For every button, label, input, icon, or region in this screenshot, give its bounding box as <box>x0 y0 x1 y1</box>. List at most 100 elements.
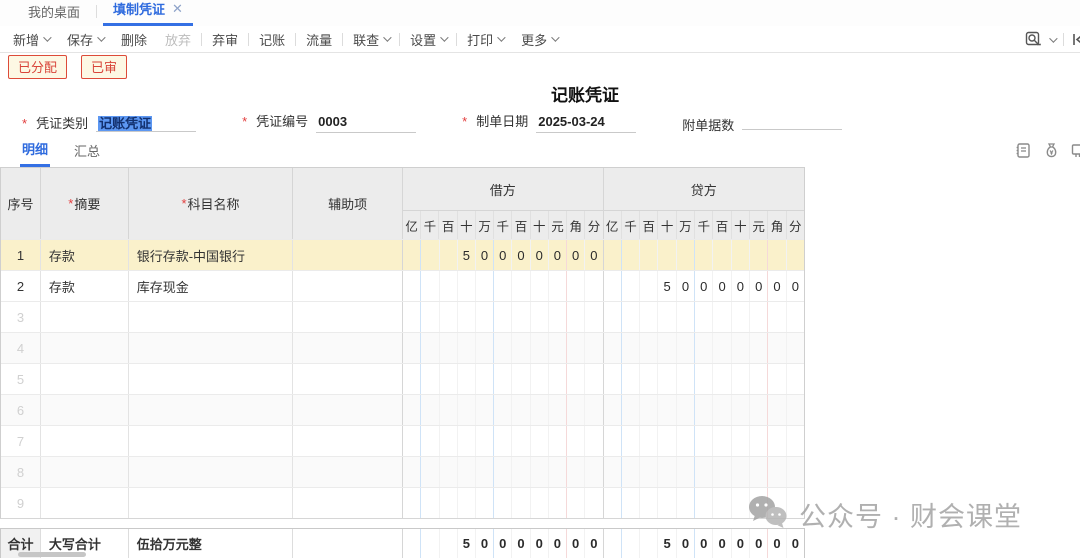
close-tab-icon[interactable]: ✕ <box>172 1 183 17</box>
debit-digit-亿[interactable] <box>403 457 421 487</box>
account-cell[interactable]: 库存现金 <box>129 271 294 301</box>
debit-digit-百[interactable] <box>512 271 530 301</box>
credit-digit-十[interactable] <box>658 364 676 394</box>
debit-digit-分[interactable] <box>585 271 602 301</box>
voucher-date-field-value[interactable]: 2025-03-24 <box>536 114 636 133</box>
debit-total-digit-十[interactable]: 5 <box>458 529 476 558</box>
credit-digit-百[interactable] <box>713 302 731 332</box>
summary-cell[interactable] <box>41 395 129 425</box>
debit-digit-亿[interactable] <box>403 271 421 301</box>
credit-digit-千[interactable]: 0 <box>695 271 713 301</box>
credit-digit-十[interactable] <box>658 426 676 456</box>
account-cell[interactable] <box>129 302 294 332</box>
debit-total-digit-百[interactable]: 0 <box>512 529 530 558</box>
credit-digit-元[interactable] <box>750 364 768 394</box>
summary-cell[interactable] <box>41 457 129 487</box>
debit-digit-千[interactable] <box>494 271 512 301</box>
debit-digit-十[interactable] <box>458 426 476 456</box>
debit-digit-百[interactable] <box>512 488 530 518</box>
credit-digit-亿[interactable] <box>604 240 622 270</box>
credit-digit-亿[interactable] <box>604 302 622 332</box>
debit-digit-十[interactable] <box>531 395 549 425</box>
credit-digit-千[interactable] <box>622 488 640 518</box>
debit-digit-百[interactable]: 0 <box>512 240 530 270</box>
credit-digit-百[interactable] <box>640 333 658 363</box>
debit-digit-元[interactable] <box>549 333 567 363</box>
account-cell[interactable]: 银行存款-中国银行 <box>129 240 294 270</box>
debit-digit-角[interactable] <box>567 488 585 518</box>
debit-digit-十[interactable] <box>531 426 549 456</box>
debit-digit-千[interactable] <box>421 364 439 394</box>
credit-digit-万[interactable]: 0 <box>677 271 695 301</box>
money-bag-icon[interactable] <box>1043 142 1060 162</box>
credit-digit-角[interactable] <box>768 426 786 456</box>
debit-digit-千[interactable] <box>421 333 439 363</box>
credit-digit-千[interactable] <box>695 364 713 394</box>
aux-cell[interactable] <box>293 333 403 363</box>
debit-digit-万[interactable]: 0 <box>476 240 494 270</box>
debit-digit-元[interactable] <box>549 302 567 332</box>
debit-digit-千[interactable] <box>494 457 512 487</box>
debit-total-digit-千[interactable]: 0 <box>494 529 512 558</box>
first-record-icon[interactable] <box>1072 32 1080 47</box>
credit-digit-百[interactable] <box>713 333 731 363</box>
debit-digit-元[interactable] <box>549 426 567 456</box>
debit-digit-万[interactable] <box>476 364 494 394</box>
tab-summary[interactable]: 汇总 <box>72 137 102 166</box>
debit-digit-分[interactable] <box>585 457 602 487</box>
debit-digit-千[interactable] <box>421 426 439 456</box>
debit-digit-千[interactable] <box>494 426 512 456</box>
debit-digit-千[interactable] <box>421 271 439 301</box>
credit-digit-千[interactable] <box>622 333 640 363</box>
credit-digit-万[interactable] <box>677 395 695 425</box>
credit-digit-十[interactable]: 0 <box>732 271 750 301</box>
aux-cell[interactable] <box>293 302 403 332</box>
debit-digit-百[interactable] <box>512 395 530 425</box>
credit-digit-角[interactable] <box>768 364 786 394</box>
debit-digit-十[interactable] <box>531 271 549 301</box>
credit-digit-百[interactable] <box>640 271 658 301</box>
debit-total-digit-千[interactable] <box>421 529 439 558</box>
summary-cell[interactable] <box>41 302 129 332</box>
debit-digit-亿[interactable] <box>403 488 421 518</box>
account-cell[interactable] <box>129 364 294 394</box>
debit-total-digit-元[interactable]: 0 <box>549 529 567 558</box>
aux-cell[interactable] <box>293 488 403 518</box>
debit-digit-十[interactable] <box>458 302 476 332</box>
credit-digit-十[interactable] <box>658 488 676 518</box>
debit-digit-百[interactable] <box>512 302 530 332</box>
credit-digit-百[interactable] <box>713 457 731 487</box>
debit-digit-百[interactable] <box>440 457 458 487</box>
debit-digit-十[interactable] <box>458 333 476 363</box>
debit-digit-千[interactable] <box>421 457 439 487</box>
credit-digit-千[interactable] <box>622 302 640 332</box>
credit-digit-千[interactable] <box>695 302 713 332</box>
credit-digit-百[interactable] <box>713 488 731 518</box>
credit-total-digit-分[interactable]: 0 <box>787 529 804 558</box>
debit-digit-千[interactable] <box>494 364 512 394</box>
chevron-down-icon[interactable] <box>1049 34 1057 42</box>
horizontal-scrollbar[interactable] <box>18 552 86 557</box>
credit-digit-十[interactable]: 5 <box>658 271 676 301</box>
debit-digit-十[interactable] <box>531 457 549 487</box>
debit-digit-角[interactable] <box>567 333 585 363</box>
credit-digit-千[interactable] <box>695 457 713 487</box>
debit-digit-分[interactable] <box>585 333 602 363</box>
credit-digit-千[interactable] <box>622 395 640 425</box>
summary-cell[interactable]: 存款 <box>41 271 129 301</box>
credit-digit-百[interactable] <box>713 364 731 394</box>
credit-digit-千[interactable] <box>695 240 713 270</box>
debit-digit-亿[interactable] <box>403 395 421 425</box>
credit-digit-十[interactable] <box>732 333 750 363</box>
summary-cell[interactable]: 存款 <box>41 240 129 270</box>
debit-digit-分[interactable] <box>585 488 602 518</box>
account-cell[interactable] <box>129 333 294 363</box>
credit-total-digit-十[interactable]: 5 <box>658 529 676 558</box>
credit-digit-万[interactable] <box>677 302 695 332</box>
credit-digit-十[interactable] <box>732 364 750 394</box>
credit-total-digit-百[interactable]: 0 <box>713 529 731 558</box>
debit-total-digit-分[interactable]: 0 <box>585 529 602 558</box>
credit-total-digit-千[interactable]: 0 <box>695 529 713 558</box>
debit-digit-百[interactable] <box>440 271 458 301</box>
debit-digit-元[interactable] <box>549 271 567 301</box>
